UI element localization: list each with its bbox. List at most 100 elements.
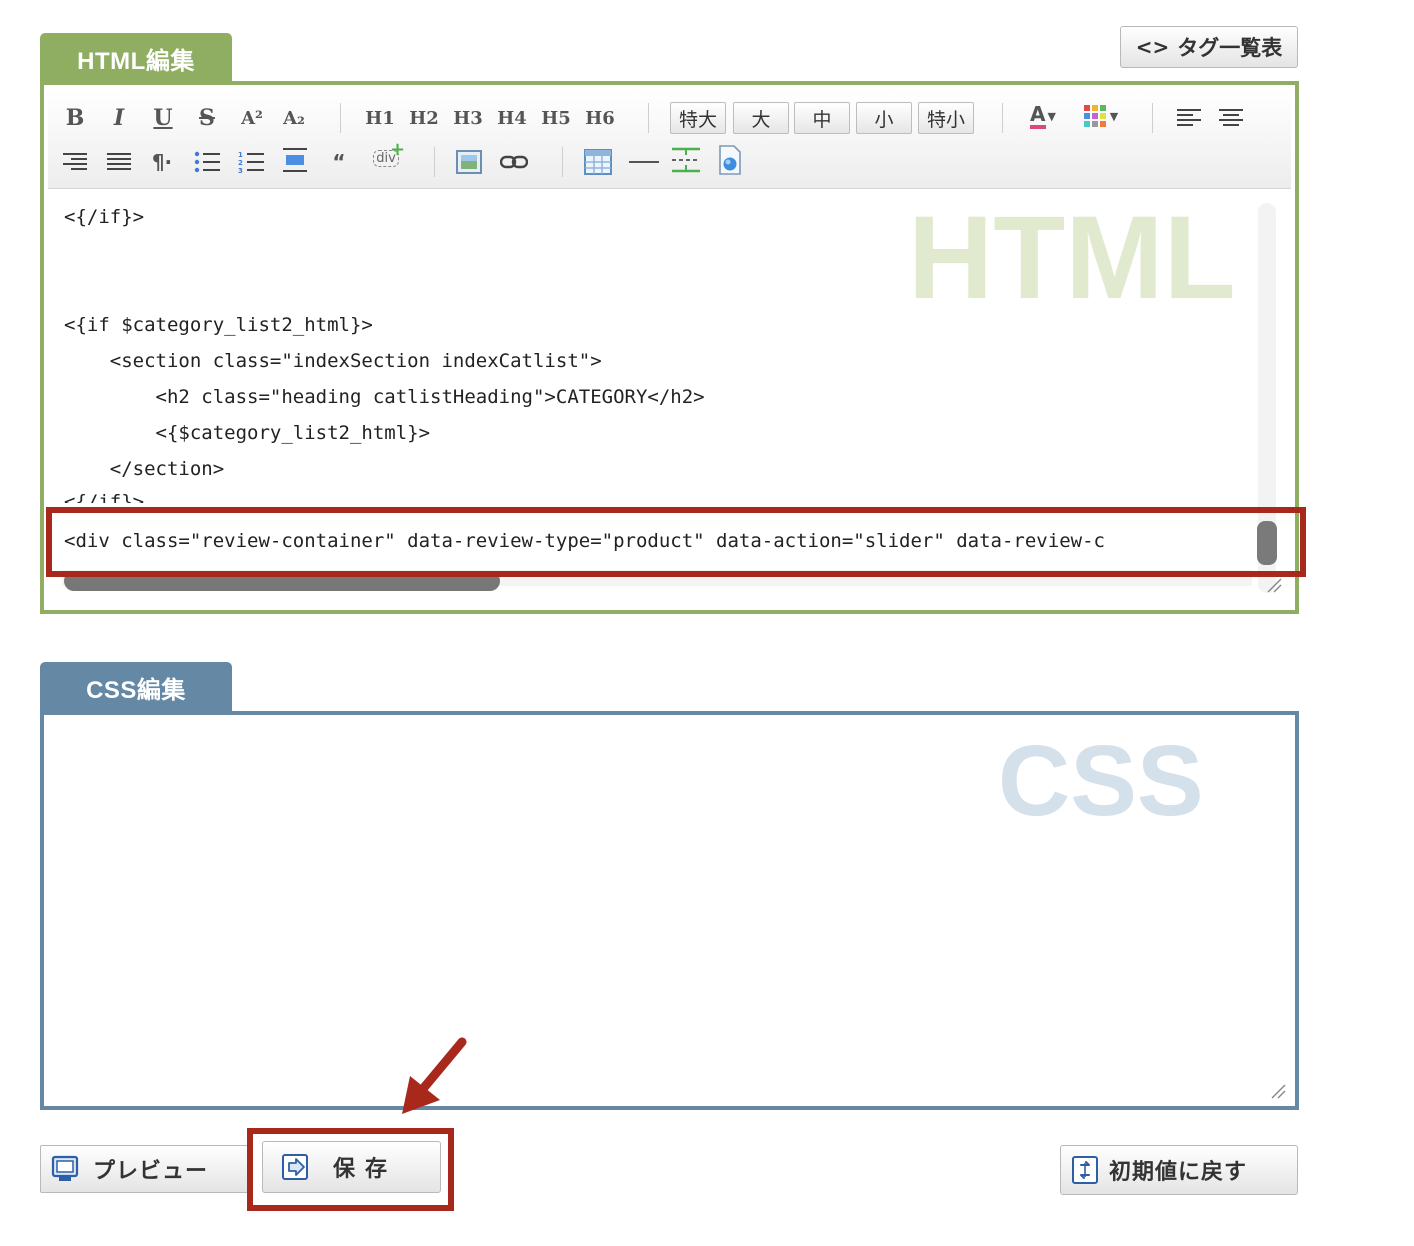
h6-button[interactable]: H6	[584, 101, 616, 135]
indent-button[interactable]	[280, 143, 310, 177]
css-watermark: CSS	[998, 725, 1204, 837]
plus-icon: +	[390, 139, 406, 160]
paragraph-button[interactable]: ¶·	[146, 145, 178, 179]
bold-label: B	[65, 105, 85, 131]
blockquote-button[interactable]: “	[324, 145, 354, 179]
h5-label: H5	[541, 107, 571, 129]
annotation-highlight-code-line	[46, 507, 1306, 577]
annotation-highlight-save	[247, 1128, 454, 1211]
indent-icon	[283, 148, 307, 172]
code-line: <{$category_list2_html}>	[64, 422, 431, 444]
code-brackets-icon: <>	[1135, 35, 1170, 59]
resize-handle-icon[interactable]	[1266, 577, 1282, 593]
h1-label: H1	[365, 107, 395, 129]
size-small-label: 小	[874, 108, 894, 131]
preview-label: プレビュー	[93, 1159, 209, 1184]
superscript-button[interactable]: A²	[236, 101, 268, 135]
background-color-button[interactable]: ▼	[1078, 99, 1124, 133]
reset-default-button[interactable]: 初期値に戻す	[1060, 1145, 1298, 1195]
align-right-button[interactable]	[60, 145, 90, 179]
tag-list-button[interactable]: <> タグ一覧表	[1120, 26, 1298, 68]
insert-link-button[interactable]	[498, 145, 530, 179]
italic-button[interactable]: I	[106, 101, 132, 135]
size-xsmall-button[interactable]: 特小	[918, 102, 974, 134]
resize-handle-icon[interactable]	[1270, 1083, 1286, 1099]
css-edit-tab-label: CSS編集	[86, 676, 186, 704]
h3-label: H3	[453, 107, 483, 129]
css-edit-tab: CSS編集	[40, 662, 232, 712]
h2-button[interactable]: H2	[408, 101, 440, 135]
svg-text:1: 1	[238, 151, 243, 159]
css-editor[interactable]: CSS	[40, 711, 1299, 1110]
insert-image-button[interactable]	[454, 145, 484, 179]
align-center-button[interactable]	[1216, 101, 1246, 135]
h4-label: H4	[497, 107, 527, 129]
h3-button[interactable]: H3	[452, 101, 484, 135]
page-break-button[interactable]	[670, 143, 702, 177]
font-color-button[interactable]: A ▼	[1020, 99, 1066, 133]
toolbar-separator	[1152, 103, 1153, 133]
subscript-button[interactable]: A₂	[278, 101, 310, 135]
toolbar-separator	[434, 147, 435, 177]
align-left-button[interactable]	[1174, 101, 1204, 135]
underline-button[interactable]: U	[150, 101, 176, 135]
html-watermark: HTML	[908, 195, 1236, 324]
insert-media-button[interactable]	[714, 143, 746, 177]
h1-button[interactable]: H1	[364, 101, 396, 135]
numbered-list-button[interactable]: 123	[236, 145, 266, 179]
horizontal-rule-icon	[629, 161, 659, 163]
size-medium-label: 中	[812, 108, 832, 131]
size-small-button[interactable]: 小	[856, 102, 912, 134]
paragraph-label: ¶·	[151, 150, 173, 174]
superscript-label: A²	[241, 107, 263, 129]
bold-button[interactable]: B	[62, 101, 88, 135]
toolbar-separator	[1002, 103, 1003, 133]
bullet-list-button[interactable]	[192, 145, 222, 179]
code-line: </section>	[64, 458, 225, 480]
image-icon	[456, 150, 482, 174]
monitor-icon	[51, 1155, 79, 1181]
link-icon	[500, 155, 528, 169]
h5-button[interactable]: H5	[540, 101, 572, 135]
reset-icon	[1072, 1156, 1098, 1184]
annotation-arrow-icon	[402, 1037, 467, 1114]
insert-div-button[interactable]: div +	[366, 139, 406, 175]
h2-label: H2	[409, 107, 439, 129]
size-large-button[interactable]: 大	[733, 102, 789, 134]
tag-list-label: タグ一覧表	[1177, 36, 1283, 60]
html-edit-tab: HTML編集	[40, 33, 232, 83]
size-medium-button[interactable]: 中	[794, 102, 850, 134]
h6-label: H6	[585, 107, 615, 129]
svg-text:2: 2	[238, 159, 243, 167]
editor-toolbar: B I U S A² A₂ H1 H2 H3 H4 H5 H6 特大 大 中 小…	[48, 89, 1291, 189]
html-edit-tab-label: HTML編集	[77, 47, 195, 75]
quote-label: “	[332, 150, 346, 174]
toolbar-separator	[562, 147, 563, 177]
horizontal-rule-button[interactable]	[628, 145, 660, 179]
align-justify-icon	[107, 153, 131, 170]
table-icon	[584, 149, 612, 175]
insert-table-button[interactable]	[582, 145, 614, 179]
bullet-list-icon	[194, 151, 220, 173]
strikethrough-button[interactable]: S	[194, 101, 220, 135]
code-line: <{/if}>	[64, 206, 145, 228]
strike-label: S	[199, 105, 215, 131]
align-left-icon	[1177, 109, 1201, 126]
size-xlarge-button[interactable]: 特大	[670, 102, 726, 134]
chevron-down-icon: ▼	[1109, 109, 1119, 123]
subscript-label: A₂	[283, 107, 305, 129]
size-xsmall-label: 特小	[926, 108, 965, 131]
code-line: <{if $category_list2_html}>	[64, 314, 373, 336]
size-large-label: 大	[751, 108, 771, 131]
chevron-down-icon: ▼	[1047, 109, 1056, 123]
h4-button[interactable]: H4	[496, 101, 528, 135]
preview-button[interactable]: プレビュー	[40, 1145, 252, 1193]
svg-text:3: 3	[238, 167, 243, 173]
align-right-icon	[63, 153, 87, 170]
align-justify-button[interactable]	[104, 145, 134, 179]
color-palette-icon	[1083, 105, 1106, 127]
size-xlarge-label: 特大	[678, 108, 717, 131]
document-globe-icon	[719, 145, 741, 175]
code-line: <section class="indexSection indexCatlis…	[64, 350, 602, 372]
reset-label: 初期値に戻す	[1109, 1160, 1248, 1185]
